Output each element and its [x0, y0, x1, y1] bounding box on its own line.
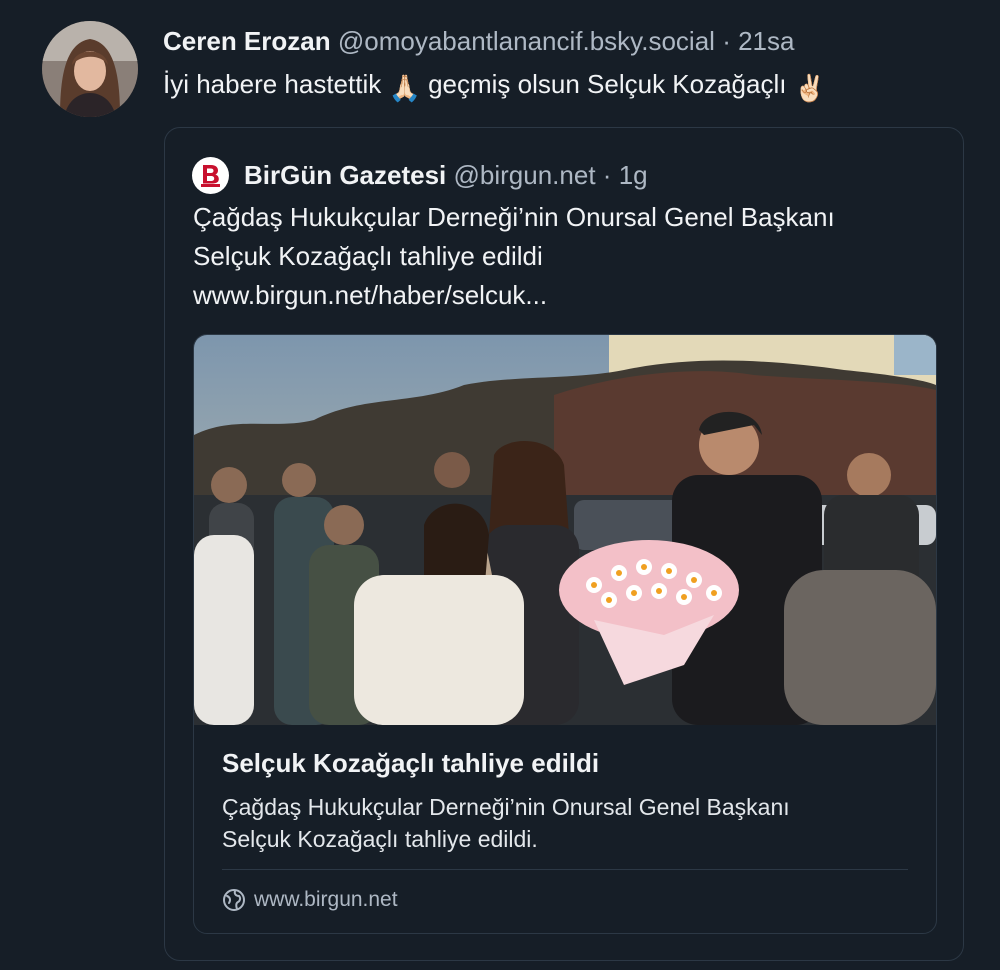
- author-name[interactable]: Ceren Erozan: [163, 26, 331, 56]
- quoted-text-line: Selçuk Kozağaçlı tahliye edildi: [193, 241, 543, 271]
- birgun-logo-icon: [192, 157, 229, 194]
- author-avatar[interactable]: [42, 21, 138, 117]
- link-card-description-line: Selçuk Kozağaçlı tahliye edildi.: [222, 826, 538, 852]
- post-text-part2: geçmiş olsun Selçuk Kozağaçlı: [428, 69, 787, 99]
- author-photo: [42, 21, 138, 117]
- quoted-text-line: Çağdaş Hukukçular Derneği’nin Onursal Ge…: [193, 202, 835, 232]
- victory-hand-emoji: ✌🏻: [793, 73, 827, 103]
- quoted-text-link[interactable]: www.birgun.net/haber/selcuk...: [193, 276, 933, 315]
- quoted-author-handle[interactable]: @birgun.net: [454, 160, 596, 190]
- link-card-domain[interactable]: www.birgun.net: [222, 888, 398, 912]
- link-card-description: Çağdaş Hukukçular Derneği’nin Onursal Ge…: [222, 791, 912, 855]
- praying-hands-emoji: 🙏🏻: [388, 73, 421, 103]
- quoted-author-name[interactable]: BirGün Gazetesi: [244, 160, 446, 190]
- link-card-divider: [222, 869, 908, 870]
- post-text: İyi habere hastettik 🙏🏻 geçmiş olsun Sel…: [163, 67, 826, 105]
- quoted-header-separator: ·: [602, 160, 612, 190]
- header-separator: ·: [722, 26, 731, 56]
- post-time[interactable]: 21sa: [738, 26, 794, 56]
- link-card-description-line: Çağdaş Hukukçular Derneği’nin Onursal Ge…: [222, 794, 790, 820]
- quoted-author-avatar[interactable]: [192, 157, 229, 194]
- post-header: Ceren Erozan @omoyabantlanancif.bsky.soc…: [163, 24, 794, 58]
- quoted-post[interactable]: BirGün Gazetesi @birgun.net · 1g Çağdaş …: [164, 127, 964, 961]
- quoted-post-header: BirGün Gazetesi @birgun.net · 1g: [244, 158, 648, 192]
- link-card-title[interactable]: Selçuk Kozağaçlı tahliye edildi: [222, 748, 599, 779]
- quoted-post-text: Çağdaş Hukukçular Derneği’nin Onursal Ge…: [193, 198, 933, 315]
- link-card-domain-text: www.birgun.net: [254, 888, 398, 911]
- quoted-post-time[interactable]: 1g: [619, 160, 648, 190]
- author-handle[interactable]: @omoyabantlanancif.bsky.social: [338, 26, 715, 56]
- globe-icon: [223, 889, 245, 911]
- post-text-part1: İyi habere hastettik: [163, 69, 382, 99]
- link-card-image: [194, 335, 936, 725]
- link-card[interactable]: Selçuk Kozağaçlı tahliye edildi Çağdaş H…: [193, 334, 937, 934]
